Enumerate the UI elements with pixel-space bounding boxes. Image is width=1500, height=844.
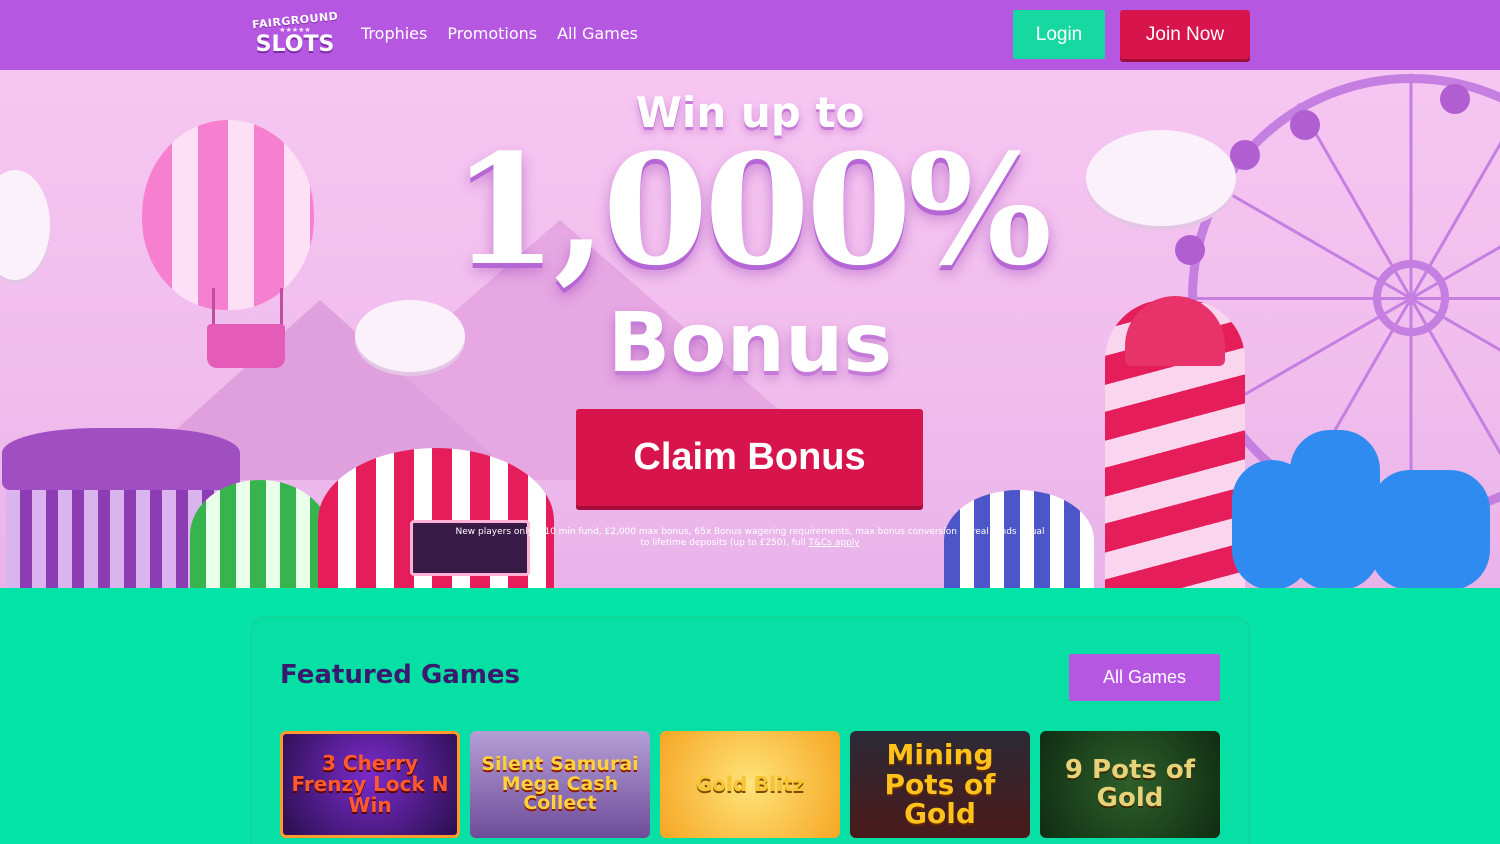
nav-all-games[interactable]: All Games: [557, 24, 638, 43]
game-tile-gold-blitz[interactable]: Gold Blitz: [660, 731, 840, 838]
nav-promotions[interactable]: Promotions: [447, 24, 537, 43]
terms-body: New players only, £10 min fund, £2,000 m…: [455, 527, 1045, 548]
logo-main-text: SLOTS: [255, 32, 335, 57]
carousel-roof-illustration: [2, 428, 240, 490]
inflatable-illustration: [1290, 430, 1380, 588]
game-tile-title: 3 Cherry Frenzy Lock N Win: [291, 751, 449, 817]
game-tile-title: 9 Pots of Gold: [1064, 755, 1196, 813]
game-tile-title: Mining Pots of Gold: [884, 738, 996, 831]
top-navigation-bar: FAIRGROUND ★★★★★ SLOTS Trophies Promotio…: [0, 0, 1500, 70]
join-now-button[interactable]: Join Now: [1120, 10, 1250, 59]
game-tile-title: Gold Blitz: [695, 772, 805, 796]
game-tile-3-cherry-frenzy[interactable]: 3 Cherry Frenzy Lock N Win: [280, 731, 460, 838]
green-tent-illustration: [190, 480, 330, 588]
game-tile-mining-pots-of-gold[interactable]: Mining Pots of Gold: [850, 731, 1030, 838]
main-nav: Trophies Promotions All Games: [361, 24, 638, 43]
inflatable-illustration: [1370, 470, 1490, 588]
claim-bonus-button[interactable]: Claim Bonus: [576, 409, 923, 506]
login-button[interactable]: Login: [1013, 10, 1105, 59]
all-games-button[interactable]: All Games: [1069, 654, 1220, 701]
terms-link[interactable]: T&Cs apply: [808, 538, 859, 548]
bonus-terms-text: New players only, £10 min fund, £2,000 m…: [450, 527, 1050, 549]
fairground-slots-logo[interactable]: FAIRGROUND ★★★★★ SLOTS: [252, 9, 339, 58]
hero-banner: Win up to 1,000% Bonus Claim Bonus New p…: [0, 70, 1500, 588]
game-tile-silent-samurai[interactable]: Silent Samurai Mega Cash Collect: [470, 731, 650, 838]
featured-games-title: Featured Games: [280, 660, 521, 690]
game-tile-9-pots-of-gold[interactable]: 9 Pots of Gold: [1040, 731, 1220, 838]
game-tile-title: Silent Samurai Mega Cash Collect: [481, 752, 639, 815]
nav-trophies[interactable]: Trophies: [361, 24, 427, 43]
hero-bonus-word: Bonus: [607, 296, 893, 391]
hero-bonus-percent: 1,000%: [451, 120, 1052, 299]
